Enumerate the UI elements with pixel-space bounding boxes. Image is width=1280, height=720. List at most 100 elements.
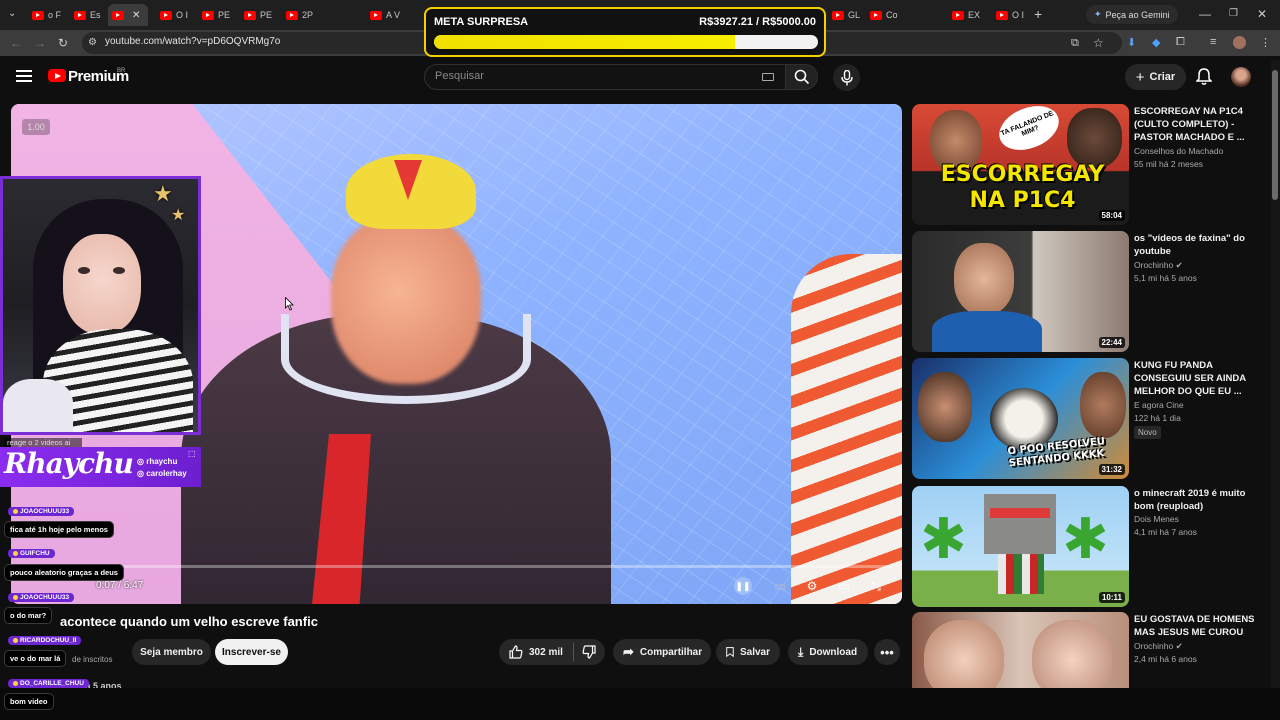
- create-label: Criar: [1149, 71, 1176, 83]
- back-icon[interactable]: ←: [10, 36, 22, 50]
- goal-progress-bar: [434, 35, 818, 49]
- recommendation-thumbnail[interactable]: O POO RESOLVEU SENTANDO KKKK 31:32: [912, 358, 1129, 479]
- microphone-icon: [840, 69, 853, 85]
- tab-search-icon[interactable]: ⌄: [8, 8, 16, 19]
- tab-label: Co: [886, 10, 898, 20]
- browser-tab[interactable]: Co: [866, 4, 902, 26]
- voice-search-button[interactable]: [833, 64, 860, 91]
- browser-tab[interactable]: GL: [828, 4, 864, 26]
- share-button[interactable]: ➦ Compartilhar: [613, 639, 711, 665]
- search-box: [424, 64, 786, 90]
- chat-badge-icon: [13, 680, 18, 686]
- tab-label: O I: [176, 10, 189, 20]
- streamer-name: Rhaychu: [4, 447, 134, 480]
- recommendation-title[interactable]: os "vídeos de faxina" do youtube: [1134, 232, 1264, 258]
- browser-tab[interactable]: EX: [948, 4, 984, 26]
- browser-tab[interactable]: O I: [156, 4, 192, 26]
- subscriber-count: de inscritos: [72, 655, 113, 664]
- extension-download-icon[interactable]: ⬇: [1127, 36, 1136, 49]
- video-progress-bar[interactable]: [22, 565, 892, 568]
- subscribe-button[interactable]: Inscrever-se: [215, 639, 288, 665]
- recommendation-title[interactable]: o minecraft 2019 é muito bom (reupload): [1134, 487, 1264, 513]
- browser-tab[interactable]: O I: [992, 4, 1028, 26]
- streamer-eye: [113, 267, 125, 274]
- browser-tab[interactable]: 2P: [282, 4, 317, 26]
- save-button[interactable]: Salvar: [716, 639, 780, 665]
- recommendation-channel[interactable]: Orochinho ✔: [1134, 260, 1183, 271]
- scrollbar-thumb[interactable]: [1272, 70, 1278, 200]
- youtube-favicon-icon: [870, 10, 882, 20]
- reading-list-icon[interactable]: ≡: [1210, 36, 1216, 48]
- recommendation-thumbnail[interactable]: TA FALANDO DE MIM? ESCORREGAY NA P1C4 58…: [912, 104, 1129, 225]
- plant-icon: ✱: [1062, 507, 1109, 570]
- settings-gear-icon[interactable]: ⚙: [803, 578, 821, 594]
- reload-icon[interactable]: ↻: [58, 36, 68, 50]
- thumbnail-face: [1067, 108, 1122, 168]
- recommendation-thumbnail[interactable]: 22:44: [912, 231, 1129, 352]
- download-label: Download: [809, 646, 858, 658]
- recommendation-thumbnail[interactable]: ✱ ✱ 10:11: [912, 486, 1129, 607]
- create-button[interactable]: + Criar: [1125, 64, 1186, 90]
- youtube-logo-icon[interactable]: [48, 69, 66, 82]
- thumbs-up-icon: [509, 645, 523, 659]
- chat-badge-icon: [13, 550, 18, 556]
- thumbs-down-icon[interactable]: [582, 645, 596, 659]
- keyboard-icon[interactable]: [762, 73, 774, 81]
- panda-face: [990, 388, 1058, 450]
- guide-menu-icon[interactable]: [16, 70, 32, 82]
- browser-tab[interactable]: o F: [28, 4, 65, 26]
- install-app-icon[interactable]: ⧉: [1071, 37, 1079, 50]
- recommendation-channel[interactable]: E agora Cine: [1134, 400, 1184, 410]
- close-window-icon[interactable]: ✕: [1257, 7, 1267, 21]
- video-title: acontece quando um velho escreve fanfic: [60, 614, 318, 629]
- download-button[interactable]: ⤓ Download: [788, 639, 868, 665]
- theater-mode-icon[interactable]: ▭: [835, 578, 853, 594]
- browser-tab-active[interactable]: ✕: [108, 4, 148, 26]
- more-actions-button[interactable]: •••: [874, 639, 900, 665]
- minimize-window-icon[interactable]: —: [1199, 7, 1211, 21]
- recommendation-meta: 122 há 1 dia: [1134, 413, 1181, 423]
- yellow-cap: [346, 154, 476, 229]
- account-avatar[interactable]: [1231, 67, 1251, 87]
- site-info-icon[interactable]: ⚙: [88, 37, 97, 48]
- share-label: Compartilhar: [639, 646, 703, 658]
- search-input[interactable]: [435, 70, 755, 82]
- duration-badge: 22:44: [1098, 337, 1125, 348]
- subtitles-icon[interactable]: ▭: [771, 578, 789, 594]
- join-button[interactable]: Seja membro: [132, 639, 211, 665]
- bookmark-star-icon[interactable]: ☆: [1093, 36, 1104, 50]
- forward-icon[interactable]: →: [34, 36, 46, 50]
- new-tab-icon[interactable]: +: [1034, 6, 1042, 22]
- extension-icon[interactable]: ◆: [1152, 36, 1160, 49]
- recommendation-title[interactable]: ESCORREGAY NA P1C4 (CULTO COMPLETO) - PA…: [1134, 105, 1264, 144]
- close-tab-icon[interactable]: ✕: [132, 10, 140, 21]
- profile-avatar[interactable]: [1233, 36, 1246, 49]
- tab-label: EX: [968, 10, 981, 20]
- chat-badge-icon: [13, 594, 18, 600]
- chat-username-text: JOAOCHUUU33: [20, 508, 70, 515]
- gemini-button[interactable]: ✦ Peça ao Gemini: [1086, 5, 1178, 24]
- pause-button[interactable]: ❚❚: [734, 577, 752, 595]
- browser-tab[interactable]: Es: [70, 4, 105, 26]
- browser-tab[interactable]: A V: [366, 4, 404, 26]
- chat-username: JOAOCHUUU33: [8, 593, 75, 602]
- browser-tab[interactable]: PE: [198, 4, 234, 26]
- recommendation-title[interactable]: KUNG FU PANDA CONSEGUIU SER AINDA MELHOR…: [1134, 359, 1264, 398]
- recommendation-channel[interactable]: Dois Menes: [1134, 514, 1179, 524]
- search-button[interactable]: [786, 64, 818, 90]
- minecraft-glasses: [990, 508, 1050, 518]
- tab-label: A V: [386, 10, 401, 20]
- notifications-bell-icon[interactable]: [1196, 68, 1212, 86]
- tab-label: o F: [48, 10, 62, 20]
- browser-menu-icon[interactable]: ⋮: [1260, 36, 1271, 49]
- recommendation-thumbnail[interactable]: [912, 612, 1129, 688]
- recommendation-title[interactable]: EU GOSTAVA DE HOMENS MAS JESUS ME CUROU: [1134, 613, 1264, 639]
- recommendation-channel[interactable]: Conselhos do Machado: [1134, 146, 1223, 156]
- browser-tab[interactable]: PE: [240, 4, 276, 26]
- maximize-window-icon[interactable]: ❐: [1229, 8, 1238, 19]
- like-count: 302 mil: [529, 646, 563, 658]
- fullscreen-icon[interactable]: ⤡: [867, 578, 885, 594]
- extensions-puzzle-icon[interactable]: ⧠: [1176, 36, 1185, 49]
- url-text[interactable]: youtube.com/watch?v=pD6OQVRMg7o: [105, 36, 280, 47]
- recommendation-channel[interactable]: Orochinho ✔: [1134, 641, 1183, 652]
